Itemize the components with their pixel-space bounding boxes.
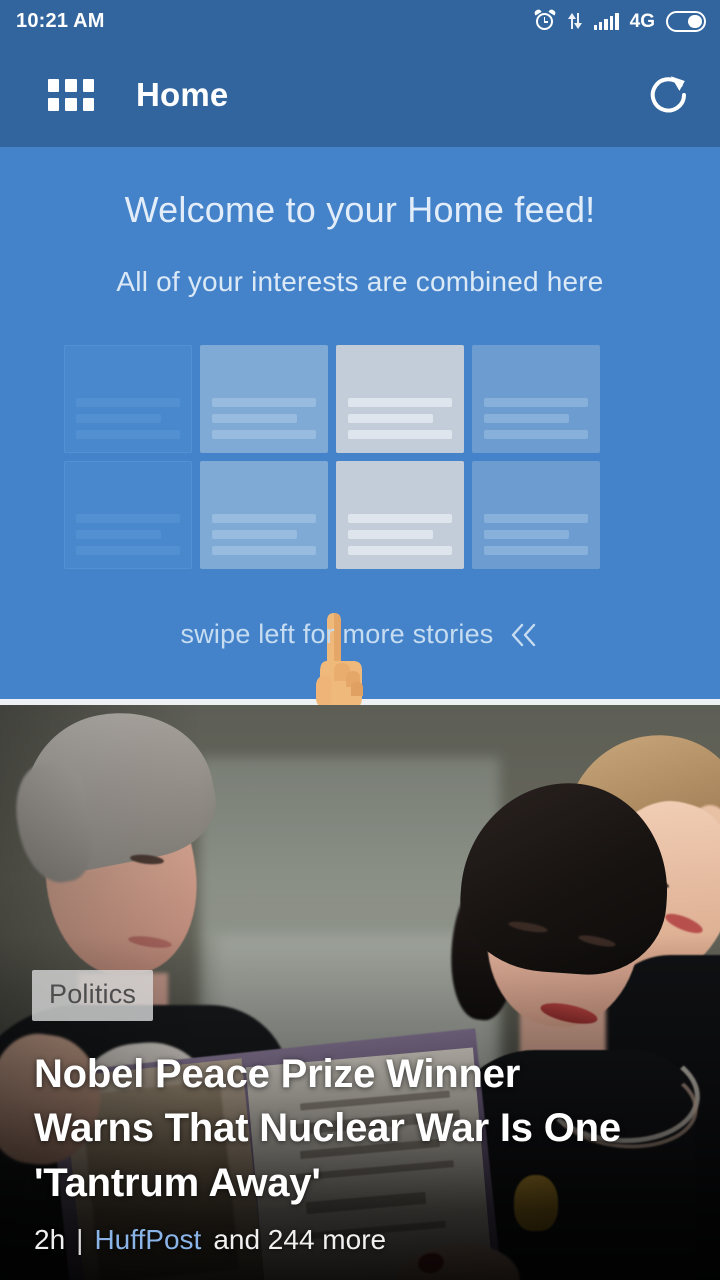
placeholder-card (64, 461, 192, 569)
placeholder-card (200, 461, 328, 569)
alarm-icon (533, 8, 557, 32)
story-meta: 2h | HuffPost and 244 more (34, 1226, 692, 1254)
refresh-icon[interactable] (644, 70, 694, 120)
placeholder-card (472, 461, 600, 569)
status-icons: 4G (533, 8, 706, 32)
story-text-block: Nobel Peace Prize Winner Warns That Nucl… (34, 1047, 692, 1254)
story-source-link[interactable]: HuffPost (94, 1226, 201, 1254)
status-time: 10:21 AM (16, 10, 105, 32)
story-card[interactable]: Politics Nobel Peace Prize Winner Warns … (0, 705, 720, 1280)
placeholder-card-grid (64, 345, 656, 577)
meta-separator: | (76, 1224, 84, 1255)
swipe-hint-row: swipe left for more stories (0, 619, 720, 650)
data-transfer-icon (567, 11, 583, 31)
banner-title: Welcome to your Home feed! (124, 189, 596, 230)
welcome-banner: Welcome to your Home feed! All of your i… (0, 147, 720, 727)
placeholder-card-highlighted (336, 345, 464, 453)
headline-line-1: Nobel Peace Prize Winner (34, 1051, 521, 1096)
signal-bars-icon (593, 12, 619, 30)
status-bar: 10:21 AM 4G (0, 0, 720, 42)
headline-line-2: Warns That Nuclear War Is One (34, 1106, 621, 1151)
story-more-count[interactable]: and 244 more (213, 1226, 386, 1254)
placeholder-card-highlighted (336, 461, 464, 569)
placeholder-card (472, 345, 600, 453)
placeholder-card (200, 345, 328, 453)
headline-line-3: 'Tantrum Away' (34, 1160, 321, 1205)
placeholder-card (64, 345, 192, 453)
grid-menu-icon[interactable] (48, 78, 94, 111)
swipe-hint-label: swipe left for more stories (180, 619, 494, 649)
chevron-double-left-icon (511, 623, 535, 646)
story-headline: Nobel Peace Prize Winner Warns That Nucl… (34, 1047, 692, 1210)
app-bar: Home (0, 42, 720, 147)
phone-screen: 10:21 AM 4G Home Welcome to your Home fe… (0, 0, 720, 1280)
page-title: Home (136, 75, 229, 113)
network-type-label: 4G (629, 10, 655, 32)
banner-subtitle: All of your interests are combined here (116, 266, 604, 297)
story-time-ago: 2h (34, 1224, 66, 1255)
category-badge[interactable]: Politics (32, 970, 154, 1021)
battery-icon (666, 10, 706, 32)
